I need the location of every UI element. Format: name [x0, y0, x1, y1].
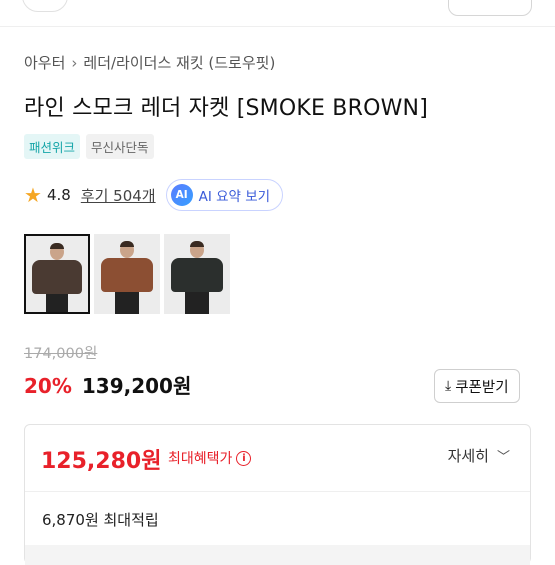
thumb-jacket	[100, 258, 154, 292]
rating-value: 4.8	[46, 186, 71, 204]
thumb-legs	[185, 292, 209, 314]
thumbnail-list	[24, 234, 230, 314]
top-action-button-edge[interactable]	[448, 0, 532, 16]
thumb-legs	[115, 292, 139, 314]
review-link[interactable]: 후기 504개	[81, 185, 156, 206]
badge-fashion-week: 패션위크	[24, 134, 81, 159]
ai-summary-button[interactable]: AI AI 요약 보기	[165, 179, 284, 211]
detail-label: 자세히	[447, 447, 489, 465]
thumbnail-2[interactable]	[94, 234, 160, 314]
breadcrumb-item-outer[interactable]: 아우터	[24, 52, 65, 73]
chevron-right-icon: ›	[71, 53, 78, 72]
detail-toggle[interactable]: 자세히 ﹀	[448, 445, 510, 466]
ai-summary-label: AI 요약 보기	[198, 189, 271, 205]
max-benefit-label-group: 최대혜택가 i	[168, 448, 252, 468]
coupon-label: 쿠폰받기	[455, 379, 509, 396]
thumb-legs	[45, 294, 69, 312]
original-price: 174,000원	[24, 346, 98, 362]
max-benefit-price: 125,280원	[41, 449, 162, 474]
benefit-box: 125,280원 최대혜택가 i 자세히 ﹀ 6,870원 최대적립	[24, 424, 531, 565]
badge-group: 패션위크 무신사단독	[24, 134, 154, 159]
back-button-edge[interactable]	[22, 0, 68, 12]
rating-row: ★ 4.8 후기 504개 AI AI 요약 보기	[24, 178, 284, 212]
download-icon: ⤓	[445, 378, 452, 394]
thumbnail-1[interactable]	[24, 234, 90, 314]
discount-rate: 20%	[24, 374, 72, 398]
thumb-jacket	[170, 258, 224, 292]
coupon-button[interactable]: ⤓ 쿠폰받기	[434, 369, 520, 403]
thumb-hair	[50, 243, 64, 249]
benefit-divider	[25, 491, 530, 492]
info-icon[interactable]: i	[236, 450, 252, 466]
benefit-box-footer	[25, 545, 530, 565]
chevron-down-icon: ﹀	[496, 450, 510, 465]
ai-icon: AI	[170, 184, 193, 206]
price-row: 20% 139,200원	[24, 370, 191, 399]
thumb-hair	[120, 241, 134, 247]
badge-exclusive: 무신사단독	[86, 134, 154, 159]
header-divider	[0, 26, 555, 27]
thumb-hair	[190, 241, 204, 247]
max-points: 6,870원 최대적립	[42, 511, 159, 529]
thumbnail-3[interactable]	[164, 234, 230, 314]
breadcrumb: 아우터 › 레더/라이더스 재킷 (드로우핏)	[24, 52, 275, 73]
thumb-jacket	[32, 260, 82, 294]
product-title: 라인 스모크 레더 자켓 [SMOKE BROWN]	[24, 96, 428, 121]
breadcrumb-item-leather[interactable]: 레더/라이더스 재킷 (드로우핏)	[83, 52, 275, 73]
sale-price: 139,200원	[81, 374, 192, 398]
star-icon: ★	[24, 183, 42, 207]
max-benefit-label: 최대혜택가	[168, 451, 233, 467]
